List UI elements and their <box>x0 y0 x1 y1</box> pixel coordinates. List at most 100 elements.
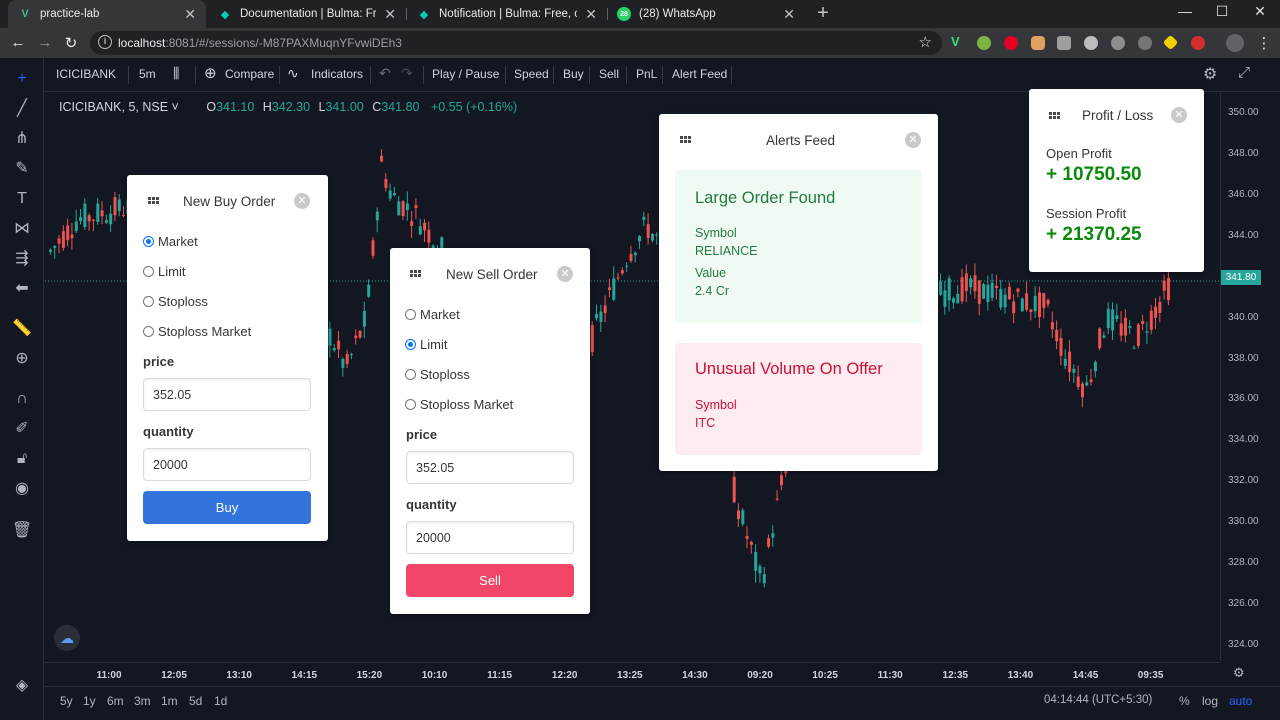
radio-button[interactable] <box>143 266 154 277</box>
alert-large-order[interactable]: Large Order Found Symbol RELIANCE Value … <box>675 170 922 323</box>
radio-stoploss-market[interactable]: Stoploss Market <box>405 397 513 412</box>
compare-plus-icon[interactable]: ⊕ <box>204 64 217 82</box>
radio-button[interactable] <box>405 369 416 380</box>
close-icon[interactable]: ✕ <box>905 132 921 148</box>
range-3m[interactable]: 3m <box>134 694 151 708</box>
vue-devtools-extension-icon[interactable]: V <box>951 35 965 49</box>
close-tab-icon[interactable]: ✕ <box>184 6 196 23</box>
extension-icon[interactable] <box>1057 36 1071 50</box>
close-icon[interactable]: ✕ <box>557 266 573 282</box>
range-1d[interactable]: 1d <box>214 694 227 708</box>
layers-icon[interactable]: ◈ <box>11 675 33 697</box>
tab-bulma-documentation[interactable]: ◆ Documentation | Bulma: Free, op ✕ <box>208 0 406 28</box>
extension-icon[interactable] <box>1031 36 1045 50</box>
symbol-search[interactable]: ICICIBANK <box>56 67 116 81</box>
panel-header[interactable]: Profit / Loss ✕ <box>1029 89 1204 139</box>
quantity-input[interactable]: 20000 <box>143 448 311 481</box>
lock-icon[interactable]: 🔓︎ <box>11 448 33 470</box>
buy-toolbar-button[interactable]: Buy <box>563 67 584 81</box>
cloud-icon[interactable]: ☁ <box>54 625 80 651</box>
drag-handle-icon[interactable] <box>1049 112 1061 120</box>
radio-button[interactable] <box>143 296 154 307</box>
address-bar[interactable]: i localhost:8081/#/sessions/-M87PAXMuqnY… <box>90 31 942 55</box>
tab-bulma-notification[interactable]: ◆ Notification | Bulma: Free, open s ✕ <box>407 0 607 28</box>
radio-limit[interactable]: Limit <box>143 264 185 279</box>
extension-icon[interactable] <box>1084 36 1098 50</box>
panel-header[interactable]: New Buy Order ✕ <box>127 175 328 225</box>
radio-button[interactable] <box>405 339 416 350</box>
close-window-icon[interactable]: ✕ <box>1250 3 1270 20</box>
log-scale-toggle[interactable]: log <box>1202 694 1218 708</box>
fib-retracement-icon[interactable]: ⋔ <box>11 128 33 150</box>
bookmark-star-icon[interactable]: ☆ <box>919 33 932 51</box>
radio-stoploss[interactable]: Stoploss <box>143 294 208 309</box>
lock-drawing-icon[interactable]: ✐ <box>11 418 33 440</box>
radio-stoploss-market[interactable]: Stoploss Market <box>143 324 251 339</box>
forward-arrow-icon[interactable]: → <box>36 34 54 51</box>
trash-icon[interactable]: 🗑︎ <box>11 520 33 542</box>
maximize-icon[interactable]: ☐ <box>1212 3 1232 20</box>
price-axis[interactable]: 350.00348.00346.00344.00342.00340.00338.… <box>1220 93 1280 661</box>
extension-icon[interactable] <box>1162 34 1179 51</box>
compare-button[interactable]: Compare <box>225 67 274 81</box>
close-tab-icon[interactable]: ✕ <box>783 6 795 23</box>
close-icon[interactable]: ✕ <box>1171 107 1187 123</box>
close-icon[interactable]: ✕ <box>294 193 310 209</box>
back-arrow-icon[interactable]: ← <box>9 34 27 51</box>
chevron-down-icon[interactable]: ˅ <box>168 100 179 114</box>
crosshair-icon[interactable]: + <box>11 68 33 90</box>
radio-button[interactable] <box>143 236 154 247</box>
range-6m[interactable]: 6m <box>107 694 124 708</box>
radio-button[interactable] <box>405 399 416 410</box>
percent-scale-toggle[interactable]: % <box>1179 694 1190 708</box>
drag-handle-icon[interactable] <box>410 270 422 278</box>
quantity-input[interactable]: 20000 <box>406 521 574 554</box>
sell-button[interactable]: Sell <box>406 564 574 597</box>
magnet-icon[interactable]: ∩ <box>11 388 33 410</box>
radio-limit[interactable]: Limit <box>405 337 447 352</box>
close-tab-icon[interactable]: ✕ <box>585 6 597 23</box>
extension-icon[interactable] <box>1138 36 1152 50</box>
site-info-icon[interactable]: i <box>98 35 112 49</box>
buy-button[interactable]: Buy <box>143 491 311 524</box>
extension-icon[interactable] <box>977 36 991 50</box>
brush-icon[interactable]: ✎ <box>11 158 33 180</box>
range-1y[interactable]: 1y <box>83 694 96 708</box>
range-5d[interactable]: 5d <box>189 694 202 708</box>
undo-icon[interactable]: ↶ <box>379 65 391 82</box>
text-icon[interactable]: T <box>11 188 33 210</box>
fullscreen-icon[interactable]: ⤢ <box>1238 64 1250 81</box>
panel-header[interactable]: Alerts Feed ✕ <box>659 114 938 164</box>
range-5y[interactable]: 5y <box>60 694 73 708</box>
price-input[interactable]: 352.05 <box>143 378 311 411</box>
drag-handle-icon[interactable] <box>148 197 160 205</box>
radio-market[interactable]: Market <box>143 234 198 249</box>
play-pause-button[interactable]: Play / Pause <box>432 67 499 81</box>
extension-icon[interactable] <box>1111 36 1125 50</box>
pattern-icon[interactable]: ⋈ <box>11 218 33 240</box>
auto-scale-toggle[interactable]: auto <box>1229 694 1252 708</box>
new-tab-button[interactable]: + <box>813 2 833 25</box>
settings-gear-icon[interactable]: ⚙ <box>1203 64 1217 84</box>
alert-unusual-volume[interactable]: Unusual Volume On Offer Symbol ITC <box>675 343 922 455</box>
interval-button[interactable]: 5m <box>139 67 156 81</box>
tab-practice-lab[interactable]: V practice-lab ✕ <box>8 0 206 28</box>
range-1m[interactable]: 1m <box>161 694 178 708</box>
back-arrow-icon[interactable]: ⬅ <box>11 278 33 300</box>
panel-header[interactable]: New Sell Order ✕ <box>390 248 590 298</box>
profile-avatar[interactable] <box>1226 34 1244 52</box>
legend-symbol[interactable]: ICICIBANK, 5, NSE <box>59 100 168 114</box>
browser-menu-icon[interactable]: ⋮ <box>1255 34 1273 52</box>
radio-button[interactable] <box>405 309 416 320</box>
sell-toolbar-button[interactable]: Sell <box>599 67 619 81</box>
redo-icon[interactable]: ↷ <box>401 65 413 82</box>
speed-button[interactable]: Speed <box>514 67 549 81</box>
eye-icon[interactable]: ◉ <box>11 478 33 500</box>
trend-line-icon[interactable]: ╱ <box>11 98 33 120</box>
zoom-icon[interactable]: ⊕ <box>11 348 33 370</box>
radio-button[interactable] <box>143 326 154 337</box>
drag-handle-icon[interactable] <box>680 136 692 144</box>
candle-type-icon[interactable]: ⫼ <box>173 65 179 82</box>
tab-whatsapp[interactable]: 28 (28) WhatsApp ✕ <box>607 0 805 28</box>
indicators-icon[interactable]: ∿ <box>287 65 299 82</box>
